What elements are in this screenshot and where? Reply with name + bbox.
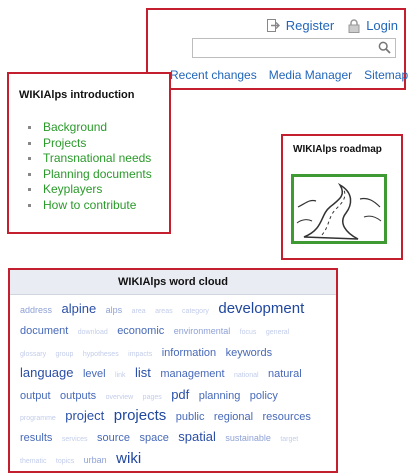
cloud-tag[interactable]: list bbox=[135, 365, 151, 380]
cloud-tag[interactable]: regional bbox=[214, 411, 253, 423]
cloud-tag[interactable]: pdf bbox=[171, 387, 189, 402]
cloud-tag[interactable]: management bbox=[160, 368, 224, 380]
cloud-tag[interactable]: project bbox=[65, 408, 104, 423]
intro-link-projects[interactable]: Projects bbox=[25, 136, 152, 152]
cloud-tag[interactable]: resources bbox=[263, 411, 311, 423]
login-label: Login bbox=[366, 18, 398, 33]
search-icon bbox=[378, 41, 391, 54]
cloud-tag[interactable]: source bbox=[97, 432, 130, 444]
cloud-tag[interactable]: pages bbox=[143, 394, 162, 401]
cloud-tag[interactable]: language bbox=[20, 365, 74, 380]
cloud-tag[interactable]: environmental bbox=[174, 326, 231, 336]
cloud-tag[interactable]: results bbox=[20, 432, 52, 444]
cloud-tag[interactable]: address bbox=[20, 305, 52, 315]
intro-link-how-to-contribute[interactable]: How to contribute bbox=[25, 198, 152, 214]
cloud-tag[interactable]: thematic bbox=[20, 458, 46, 465]
intro-link-planning-documents[interactable]: Planning documents bbox=[25, 167, 152, 183]
intro-list: Background Projects Transnational needs … bbox=[25, 120, 152, 213]
word-cloud-panel: WIKIAlps word cloud address alpine alps … bbox=[8, 268, 338, 473]
search-button[interactable] bbox=[378, 41, 391, 59]
cloud-tag[interactable]: link bbox=[115, 372, 126, 379]
cloud-tag[interactable]: category bbox=[182, 308, 209, 315]
nav-recent-changes[interactable]: Recent changes bbox=[170, 68, 257, 82]
tools-nav: Recent changes Media Manager Sitemap bbox=[170, 68, 408, 82]
cloud-tag[interactable]: alpine bbox=[61, 301, 96, 316]
cloud-tag[interactable]: planning bbox=[199, 390, 241, 402]
intro-link-keyplayers[interactable]: Keyplayers bbox=[25, 182, 152, 198]
cloud-tag[interactable]: natural bbox=[268, 368, 302, 380]
register-icon bbox=[266, 19, 280, 32]
cloud-tag[interactable]: group bbox=[56, 351, 74, 358]
cloud-tag[interactable]: sustainable bbox=[225, 433, 271, 443]
cloud-tag[interactable]: information bbox=[162, 347, 216, 359]
lock-icon bbox=[348, 18, 360, 33]
nav-sitemap[interactable]: Sitemap bbox=[364, 68, 408, 82]
cloud-tag[interactable]: download bbox=[78, 329, 108, 336]
cloud-tag[interactable]: policy bbox=[250, 390, 278, 402]
cloud-tag[interactable]: spatial bbox=[178, 429, 216, 444]
cloud-tag[interactable]: projects bbox=[114, 407, 167, 424]
cloud-tag[interactable]: target bbox=[280, 436, 298, 443]
cloud-tag[interactable]: overview bbox=[106, 394, 134, 401]
cloud-tag[interactable]: economic bbox=[117, 325, 164, 337]
roadmap-panel: WIKIAlps roadmap bbox=[281, 134, 403, 260]
cloud-tag[interactable]: outputs bbox=[60, 390, 96, 402]
search-box bbox=[192, 38, 396, 58]
cloud-tag[interactable]: urban bbox=[84, 455, 107, 465]
search-input[interactable] bbox=[193, 39, 377, 57]
cloud-tag[interactable]: services bbox=[62, 436, 88, 443]
cloud-tag[interactable]: level bbox=[83, 368, 106, 380]
cloud-tag[interactable]: general bbox=[266, 329, 289, 336]
intro-link-transnational-needs[interactable]: Transnational needs bbox=[25, 151, 152, 167]
road-icon bbox=[296, 182, 382, 240]
cloud-tag[interactable]: keywords bbox=[226, 347, 272, 359]
login-link[interactable]: Login bbox=[348, 18, 398, 33]
word-cloud: address alpine alps area areas category … bbox=[10, 295, 336, 471]
cloud-tag[interactable]: hypotheses bbox=[83, 351, 119, 358]
cloud-tag[interactable]: alps bbox=[106, 305, 123, 315]
cloud-tag[interactable]: impacts bbox=[128, 351, 152, 358]
roadmap-image[interactable] bbox=[291, 174, 387, 244]
user-links: Register Login bbox=[266, 18, 398, 33]
nav-media-manager[interactable]: Media Manager bbox=[269, 68, 352, 82]
cloud-tag[interactable]: public bbox=[176, 411, 205, 423]
cloud-tag[interactable]: national bbox=[234, 372, 259, 379]
word-cloud-title: WIKIAlps word cloud bbox=[10, 270, 336, 295]
roadmap-title: WIKIAlps roadmap bbox=[293, 144, 382, 155]
register-label: Register bbox=[285, 18, 335, 33]
cloud-tag[interactable]: focus bbox=[240, 329, 257, 336]
cloud-tag[interactable]: glossary bbox=[20, 351, 46, 358]
cloud-tag[interactable]: development bbox=[218, 300, 304, 317]
cloud-tag[interactable]: output bbox=[20, 390, 51, 402]
cloud-tag[interactable]: programme bbox=[20, 415, 56, 422]
intro-link-background[interactable]: Background bbox=[25, 120, 152, 136]
cloud-tag[interactable]: document bbox=[20, 325, 68, 337]
cloud-tag[interactable]: topics bbox=[56, 458, 74, 465]
cloud-tag[interactable]: area bbox=[132, 308, 146, 315]
intro-panel: WIKIAlps introduction Background Project… bbox=[7, 72, 171, 234]
register-link[interactable]: Register bbox=[266, 18, 335, 33]
cloud-tag[interactable]: space bbox=[139, 432, 168, 444]
cloud-tag[interactable]: wiki bbox=[116, 450, 141, 467]
cloud-tag[interactable]: areas bbox=[155, 308, 173, 315]
intro-title: WIKIAlps introduction bbox=[19, 89, 135, 101]
